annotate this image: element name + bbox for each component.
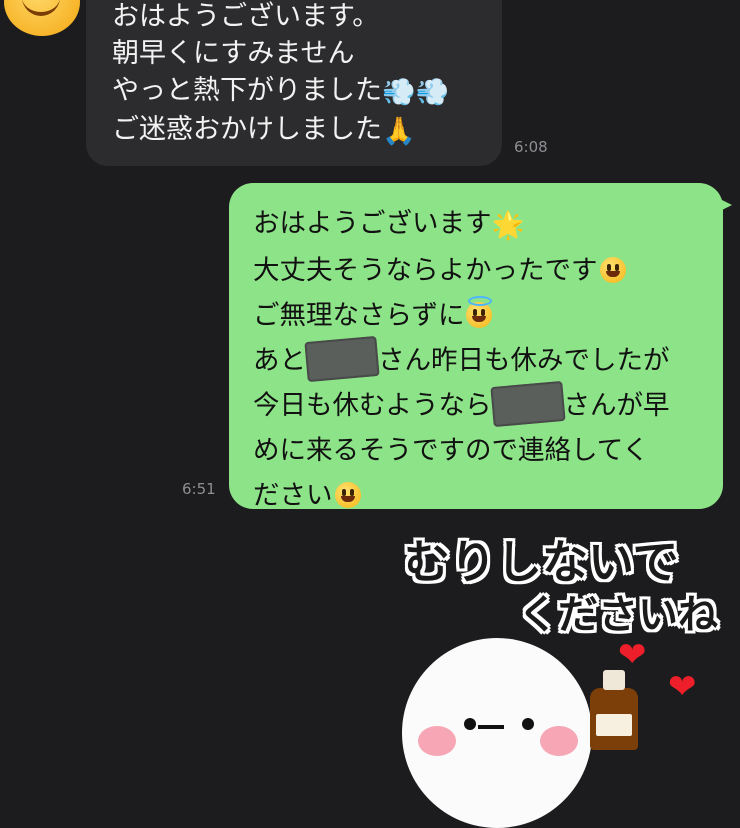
message-text: ださい [253, 480, 333, 511]
halo-smiley-emoji-icon [466, 296, 493, 328]
incoming-message-bubble[interactable]: おはようございます。 朝早くにすみません やっと熱下がりました💨💨 ご迷惑おかけ… [86, 0, 502, 166]
folded-hands-emoji-icon: 🙏 [382, 116, 416, 147]
heart-icon: ❤ [618, 635, 647, 675]
heart-icon: ❤ [668, 667, 697, 707]
message-text: 今日も休むようなら [253, 390, 492, 421]
message-timestamp: 6:51 [182, 480, 216, 498]
character-mouth [478, 725, 504, 729]
message-line: おはようございます。 [112, 1, 380, 32]
message-text: ご無理なさらずに [253, 300, 465, 331]
smiley-emoji-icon [334, 482, 361, 508]
message-line: やっと熱下がりました💨💨 [112, 72, 476, 111]
message-line: 大丈夫そうならよかったです [253, 248, 703, 293]
message-line: めに来るそうですので連絡してく [253, 435, 649, 466]
message-line: ご迷惑おかけしました🙏 [112, 111, 476, 150]
message-line: おはようございます🌟 [253, 201, 703, 248]
message-text: ご迷惑おかけしました [112, 114, 382, 145]
character-face [402, 638, 592, 828]
message-line: ださい [253, 473, 703, 518]
message-line: 朝早くにすみません [112, 38, 355, 69]
cheek [540, 726, 578, 756]
redacted-name [304, 335, 380, 383]
message-line: あと さん昨日も休みでしたが [253, 335, 703, 383]
sticker-text: くださいね [518, 592, 718, 638]
redacted-name [489, 380, 566, 428]
eye [464, 718, 476, 730]
message-text: さん昨日も休みでしたが [378, 345, 670, 376]
message-text: おはようございます [253, 208, 492, 239]
smile-icon [22, 0, 60, 16]
eye [522, 718, 534, 730]
avatar[interactable] [4, 0, 80, 36]
message-line: ご無理なさらずに [253, 293, 703, 338]
medicine-bottle-icon [590, 670, 638, 750]
message-text: 大丈夫そうならよかったです [253, 255, 598, 286]
cheek [418, 726, 456, 756]
message-text: やっと熱下がりました [112, 75, 382, 106]
dash-emoji-icon: 💨💨 [382, 77, 450, 108]
message-line: 今日も休むようなら さんが早 [253, 380, 703, 428]
sticker[interactable]: むりしないで くださいね ❤ ❤ [390, 520, 740, 828]
bubble-tail [716, 197, 732, 213]
outgoing-message-bubble[interactable]: おはようございます🌟 大丈夫そうならよかったです ご無理なさらずに あと さん昨日… [229, 183, 732, 511]
star-emoji-icon: 🌟 [491, 210, 525, 241]
message-timestamp: 6:08 [514, 138, 548, 156]
message-text: さんが早 [563, 390, 670, 421]
message-text: あと [253, 345, 306, 376]
smiley-emoji-icon [599, 257, 626, 283]
